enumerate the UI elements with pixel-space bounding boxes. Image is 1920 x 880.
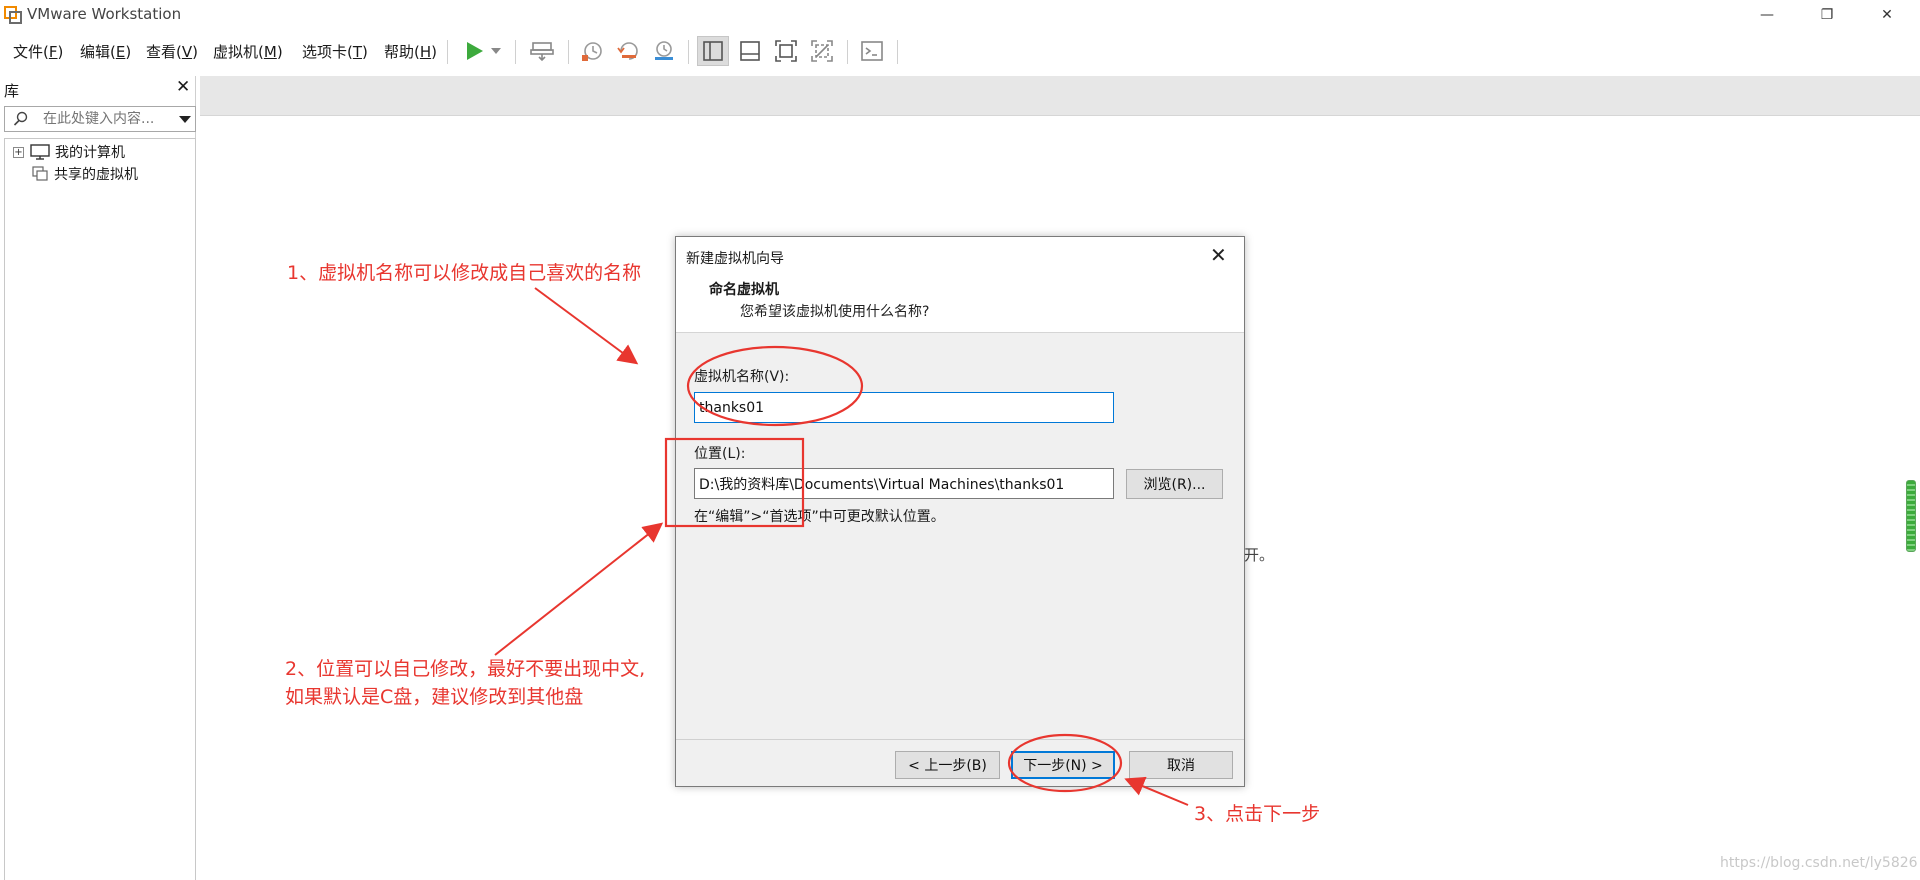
annotation-note-2-line-1: 2、位置可以自己修改，最好不要出现中文, xyxy=(285,658,646,680)
power-dropdown-button[interactable] xyxy=(486,36,506,66)
dialog-footer-divider xyxy=(676,739,1244,740)
menu-toolbar: 文件(F) 编辑(E) 查看(V) 虚拟机(M) 选项卡(T) 帮助(H) xyxy=(0,32,1920,70)
dialog-close-button[interactable]: ✕ xyxy=(1210,243,1227,267)
dialog-heading: 命名虚拟机 xyxy=(709,282,779,298)
annotation-note-1: 1、虚拟机名称可以修改成自己喜欢的名称 xyxy=(287,262,642,284)
location-hint: 在“编辑”>“首选项”中可更改默认位置。 xyxy=(694,509,945,525)
restore-button[interactable]: ❐ xyxy=(1797,0,1857,30)
library-header: 库 ✕ xyxy=(0,76,196,102)
sidebar-view-icon xyxy=(703,41,723,61)
library-search-input[interactable] xyxy=(43,111,167,127)
library-title: 库 xyxy=(4,82,20,100)
send-ctrl-alt-del-button[interactable] xyxy=(526,36,558,66)
close-icon: ✕ xyxy=(176,77,191,97)
vm-name-input[interactable] xyxy=(694,392,1114,423)
snapshot-manager-button[interactable] xyxy=(648,36,680,66)
dialog-subheading: 您希望该虚拟机使用什么名称? xyxy=(740,304,930,320)
location-input[interactable] xyxy=(694,468,1114,499)
back-button[interactable]: < 上一步(B) xyxy=(895,751,1000,779)
toolbar-separator xyxy=(447,40,448,64)
library-close-button[interactable]: ✕ xyxy=(176,77,190,97)
next-button[interactable]: 下一步(N) > xyxy=(1011,751,1115,779)
menu-vm[interactable]: 虚拟机(M) xyxy=(213,41,283,62)
full-screen-button[interactable] xyxy=(770,36,802,66)
vmware-logo-icon xyxy=(4,6,22,24)
location-label: 位置(L): xyxy=(694,446,746,462)
browse-button[interactable]: 浏览(R)... xyxy=(1126,469,1223,499)
dialog-title: 新建虚拟机向导 xyxy=(686,251,784,267)
show-library-button[interactable] xyxy=(697,36,729,66)
snapshot-icon xyxy=(582,42,602,61)
background-partial-text: 开。 xyxy=(1244,546,1275,564)
restore-icon: ❐ xyxy=(1820,7,1834,23)
computer-icon xyxy=(30,144,50,160)
annotation-note-3: 3、点击下一步 xyxy=(1194,803,1321,825)
library-panel: 库 ✕ + 我的计算机 共享的虚拟机 xyxy=(0,76,196,880)
toolbar-separator xyxy=(897,40,898,64)
minimize-icon: — xyxy=(1760,7,1774,23)
close-icon: ✕ xyxy=(1210,243,1227,267)
thumbnail-bar-button[interactable] xyxy=(734,36,766,66)
tree-item-shared-vms[interactable]: 共享的虚拟机 xyxy=(32,164,138,184)
take-snapshot-button[interactable] xyxy=(576,36,608,66)
search-icon xyxy=(13,111,28,126)
fullscreen-icon xyxy=(775,40,797,62)
scrollbar-thumb[interactable] xyxy=(1906,480,1916,552)
tree-item-my-computer[interactable]: + 我的计算机 xyxy=(13,142,125,162)
watermark: https://blog.csdn.net/ly5826 xyxy=(1720,855,1918,871)
menu-help[interactable]: 帮助(H) xyxy=(384,41,437,62)
play-icon xyxy=(467,42,483,60)
revert-snapshot-icon xyxy=(617,42,638,60)
expand-toggle[interactable]: + xyxy=(13,146,24,158)
close-icon: ✕ xyxy=(1881,7,1893,23)
toolbar-separator xyxy=(688,40,689,64)
send-keys-icon xyxy=(530,42,554,62)
dropdown-arrow-icon xyxy=(491,48,501,54)
console-view-icon xyxy=(740,41,760,61)
unity-button[interactable] xyxy=(806,36,838,66)
library-tree: + 我的计算机 共享的虚拟机 xyxy=(4,138,196,880)
unity-icon xyxy=(811,40,833,62)
tree-item-label: 我的计算机 xyxy=(55,145,125,161)
annotation-note-2-line-2: 如果默认是C盘，建议修改到其他盘 xyxy=(285,686,584,708)
toolbar-separator xyxy=(568,40,569,64)
chevron-down-icon[interactable] xyxy=(179,116,191,123)
minimize-button[interactable]: — xyxy=(1737,0,1797,30)
menu-file[interactable]: 文件(F) xyxy=(13,41,63,62)
toolbar-separator xyxy=(847,40,848,64)
revert-snapshot-button[interactable] xyxy=(612,36,644,66)
snapshot-manager-icon xyxy=(655,41,673,60)
new-vm-wizard-dialog: 新建虚拟机向导 ✕ 命名虚拟机 您希望该虚拟机使用什么名称? 虚拟机名称(V):… xyxy=(675,236,1245,787)
dialog-header: 命名虚拟机 您希望该虚拟机使用什么名称? xyxy=(676,273,1244,333)
dialog-title-bar: 新建虚拟机向导 ✕ xyxy=(676,237,1244,273)
console-button[interactable] xyxy=(856,36,888,66)
title-bar: VMware Workstation — ❐ ✕ xyxy=(0,0,1920,30)
terminal-icon xyxy=(861,41,883,61)
cancel-button[interactable]: 取消 xyxy=(1129,751,1233,779)
tab-strip xyxy=(200,76,1920,116)
vm-name-label: 虚拟机名称(V): xyxy=(694,369,790,385)
menu-view[interactable]: 查看(V) xyxy=(146,41,198,62)
library-search xyxy=(4,106,196,132)
menu-tabs[interactable]: 选项卡(T) xyxy=(302,41,368,62)
menu-edit[interactable]: 编辑(E) xyxy=(80,41,131,62)
window-title: VMware Workstation xyxy=(27,5,182,23)
shared-vm-icon xyxy=(32,166,48,181)
tree-item-label: 共享的虚拟机 xyxy=(54,167,138,183)
close-window-button[interactable]: ✕ xyxy=(1857,0,1917,30)
toolbar-separator xyxy=(515,40,516,64)
